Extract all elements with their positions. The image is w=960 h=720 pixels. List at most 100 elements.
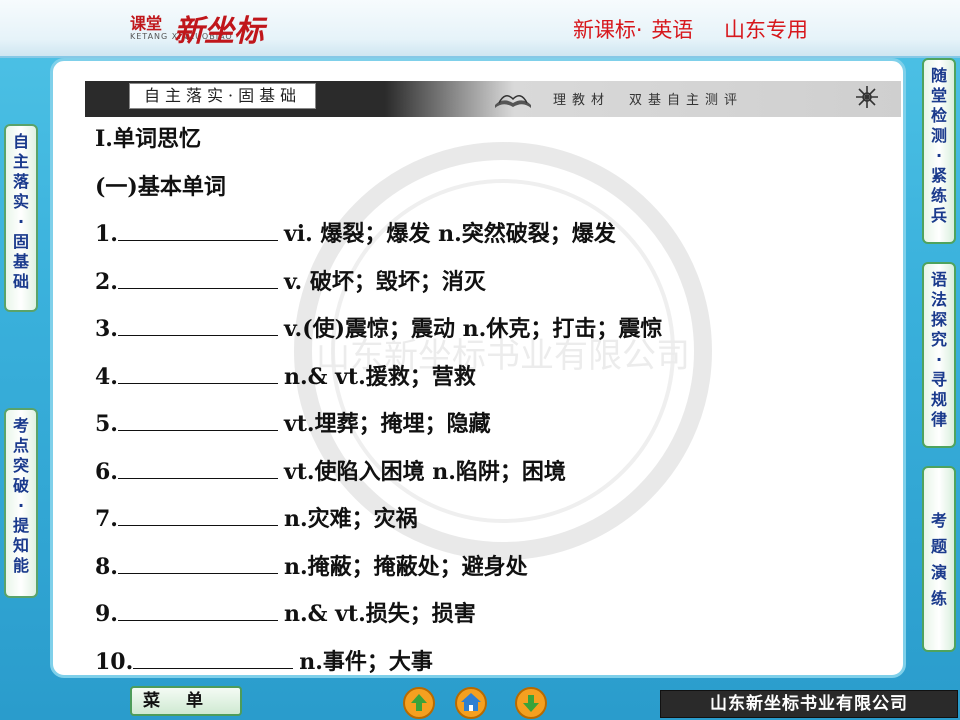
vocab-item: 1. vi. 爆裂；爆发 n.突然破裂；爆发 [95,218,875,266]
section-heading: I.单词思忆 [95,126,201,152]
item-definition: n.& vt.损失；损害 [283,601,476,627]
item-definition: vt.埋葬；掩埋；隐藏 [283,411,491,437]
vocab-item: 5. vt.埋葬；掩埋；隐藏 [95,408,875,456]
item-number: 6. [95,458,118,485]
side-tab-char: 法 [930,290,947,309]
subsection-heading: (一)基本单词 [95,173,226,200]
answer-blank [117,410,278,431]
side-tab-char: 点 [12,436,29,455]
item-definition: n.事件；大事 [299,648,433,675]
item-number: 7. [95,506,118,532]
logo: 课堂 KETANG XINZUOBIAO 新坐标 [130,6,290,52]
vocab-item: 7. n.灾难；灾祸 [95,503,875,551]
vocabulary-list: I.单词思忆 (一)基本单词 1. vi. 爆裂；爆发 n.突然破裂；爆发 2. v… [95,123,875,676]
vocab-item: 9. n.& vt.损失；损害 [95,598,875,646]
answer-blank [133,648,294,669]
answer-blank [117,268,278,289]
side-tab-char: 题 [930,537,947,556]
side-tab-char: 堂 [930,86,947,105]
item-number: 8. [95,553,118,580]
section-banner: 自主落实·固基础 理教材 双基自主测评 [85,81,901,117]
vocab-item: 4. n.& vt.援救；营救 [95,361,875,409]
side-tab-char: 破 [12,476,29,495]
side-tab-char: · [17,212,25,231]
course-subject: 英语 [651,18,694,42]
side-tab-char: 主 [12,152,29,171]
side-tab-char: 能 [12,556,29,575]
logo-small-text: 课堂 [130,14,163,33]
side-tab-char: 落 [12,172,29,191]
vocab-item: 8. n.掩蔽；掩蔽处；避身处 [95,551,875,599]
nav-self-study[interactable]: 自主落实 · 固基础 [4,124,38,312]
item-number: 1. [95,221,118,247]
side-tab-char: 究 [930,330,947,349]
side-tab-char: 规 [930,390,947,409]
side-tab-char: 紧 [930,166,947,185]
forward-arrow-icon[interactable] [514,686,548,720]
item-number: 5. [95,411,118,437]
item-number: 9. [95,601,118,627]
answer-blank [117,458,278,479]
banner-subtitle: 理教材 双基自主测评 [553,93,744,108]
book-icon [495,95,531,108]
side-tab-char: 练 [930,186,947,205]
side-tab-char: 基 [12,252,29,271]
item-definition: n.掩蔽；掩蔽处；避身处 [283,553,528,580]
item-definition: vi. 爆裂；爆发 n.突然破裂；爆发 [283,221,616,247]
side-tab-char: 寻 [930,370,947,389]
course-series: 新课标· [572,18,643,42]
side-tab-char: 演 [930,563,947,582]
side-tab-char: 自 [12,132,29,151]
banner-title: 自主落实·固基础 [129,83,317,109]
item-definition: v. 破坏；毁坏；消灭 [283,268,486,295]
nav-grammar[interactable]: 语法探究 · 寻规律 [922,262,956,448]
answer-blank [117,220,278,241]
course-title: 新课标· 英语 山东专用 [573,14,808,44]
answer-blank [117,315,278,336]
vocab-item: 6. vt.使陷入困境 n.陷阱；困境 [95,456,875,504]
side-tab-char: · [17,496,25,515]
item-number: 2. [95,268,118,295]
side-tab-char: 语 [930,270,947,289]
side-tab-char: 固 [12,232,29,251]
side-tab-char: 随 [930,66,947,85]
answer-blank [117,553,278,574]
side-tab-char: 兵 [930,206,947,225]
side-tab-char: 律 [930,410,947,429]
item-number: 4. [95,363,118,390]
vocab-item: 3. v.(使)震惊；震动 n.休克；打击；震惊 [95,313,875,361]
course-region: 山东专用 [724,18,808,42]
nav-key-points[interactable]: 考点突破 · 提知能 [4,408,38,598]
item-definition: n.& vt.援救；营救 [283,363,476,390]
back-arrow-icon[interactable] [402,686,436,720]
nav-exam-practice[interactable]: 考题演练 [922,466,956,652]
content-panel: 山东新坐标书业有限公司 自主落实·固基础 理教材 双基自主测评 I.单词思忆 (… [50,58,906,678]
nav-class-test[interactable]: 随堂检测 · 紧练兵 [922,58,956,244]
side-tab-char: · [935,350,943,369]
answer-blank [117,363,278,384]
item-number: 3. [95,316,118,342]
item-definition: n.灾难；灾祸 [283,506,418,532]
answer-blank [117,600,278,621]
snowflake-icon [856,86,878,108]
side-tab-char: 探 [930,310,947,329]
side-tab-char: 知 [12,536,29,555]
header-bar: 课堂 KETANG XINZUOBIAO 新坐标 新课标· 英语 山东专用 [0,0,960,58]
side-tab-char: 考 [12,416,29,435]
company-name: 山东新坐标书业有限公司 [660,690,958,718]
vocab-item: 2. v. 破坏；毁坏；消灭 [95,266,875,314]
home-icon[interactable] [454,686,488,720]
item-definition: v.(使)震惊；震动 n.休克；打击；震惊 [283,316,663,342]
vocab-item: 10. n.事件；大事 [95,646,875,676]
logo-big-text: 新坐标 [174,14,264,49]
side-tab-char: 练 [930,589,947,608]
side-tab-char: 测 [930,126,947,145]
item-number: 10. [95,648,134,675]
side-tab-char: 检 [930,106,947,125]
side-tab-char: 提 [12,516,29,535]
side-tab-char: · [935,146,943,165]
item-definition: vt.使陷入困境 n.陷阱；困境 [283,458,566,485]
side-tab-char: 突 [12,456,29,475]
menu-button[interactable]: 菜单 [130,686,242,716]
answer-blank [117,505,278,526]
